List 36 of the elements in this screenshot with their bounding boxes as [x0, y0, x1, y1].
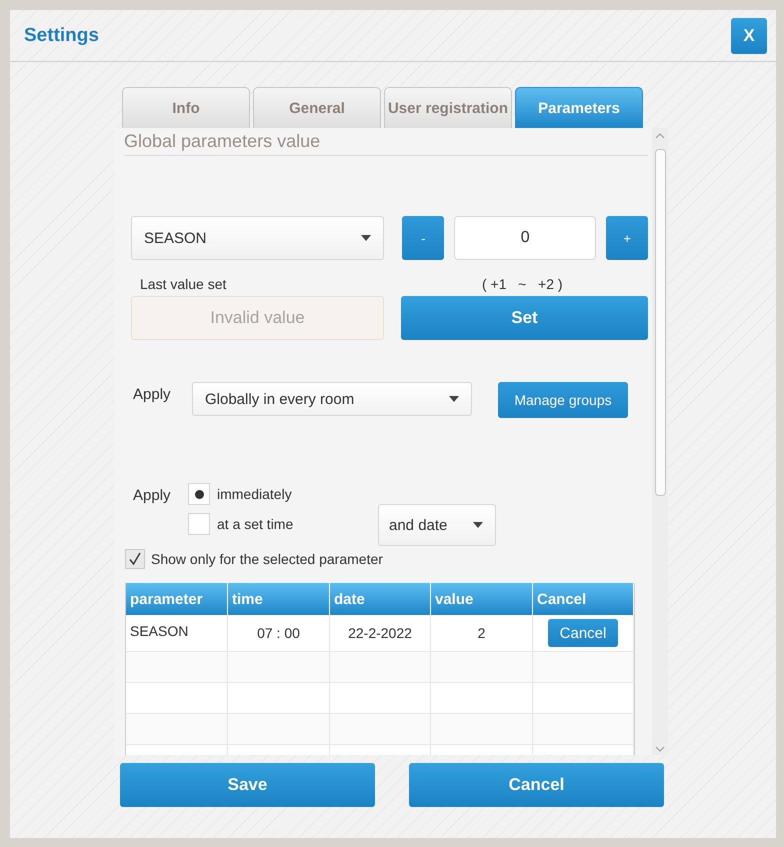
set-button[interactable]: Set: [400, 296, 648, 340]
radio-button[interactable]: [188, 483, 210, 505]
parameter-dropdown[interactable]: SEASON: [131, 216, 384, 260]
scrollbar[interactable]: [652, 128, 668, 755]
value-field[interactable]: 0: [454, 216, 596, 260]
tab[interactable]: General: [253, 87, 381, 128]
window-title: Settings: [24, 24, 99, 46]
section-title: Global parameters value: [124, 128, 648, 156]
column-header: value: [431, 583, 533, 615]
radio-label: immediately: [217, 486, 292, 502]
close-button[interactable]: X: [731, 18, 767, 54]
save-button[interactable]: Save: [120, 763, 375, 807]
apply-label: Apply: [133, 487, 172, 506]
checkbox-label: Show only for the selected parameter: [151, 551, 383, 567]
scroll-down-icon[interactable]: [655, 746, 665, 752]
last-value-label: Last value set: [140, 276, 228, 292]
radio-label: at a set time: [217, 516, 294, 532]
radio-button[interactable]: [188, 513, 210, 535]
increment-button[interactable]: +: [606, 216, 648, 260]
column-header: parameter: [126, 583, 228, 615]
cancel-button[interactable]: Cancel: [548, 619, 618, 647]
column-header: date: [330, 583, 431, 615]
tab[interactable]: Info: [122, 87, 250, 128]
tab[interactable]: User registration: [384, 87, 512, 128]
scope-dropdown[interactable]: Globally in every room: [192, 382, 472, 416]
cancel-button[interactable]: Cancel: [409, 763, 664, 807]
tab[interactable]: Parameters: [515, 87, 643, 128]
decrement-button[interactable]: -: [402, 216, 444, 260]
column-header: Cancel: [533, 583, 634, 615]
range-label: ( +1 ~ +2 ): [482, 276, 563, 292]
date-dropdown[interactable]: and date: [378, 504, 496, 546]
manage-groups-button[interactable]: Manage groups: [498, 382, 628, 418]
column-header: time: [228, 583, 330, 615]
apply-label: Apply: [133, 386, 172, 403]
scroll-up-icon[interactable]: [655, 133, 665, 139]
checkbox[interactable]: [125, 549, 145, 569]
